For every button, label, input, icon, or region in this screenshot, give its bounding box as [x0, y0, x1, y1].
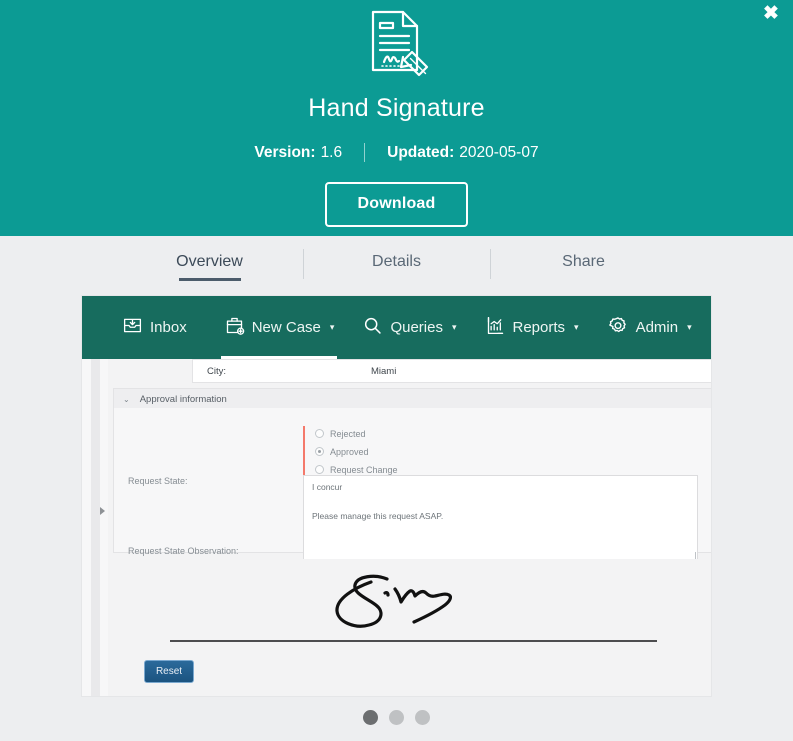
updated-value: 2020-05-07 — [459, 143, 539, 161]
field-city-value: Miami — [371, 365, 397, 377]
page-title: Hand Signature — [308, 94, 485, 122]
signature-baseline — [170, 640, 657, 642]
radio-label: Rejected — [330, 428, 366, 439]
radio-selected-icon — [315, 447, 324, 456]
briefcase-plus-icon — [224, 315, 245, 340]
gear-icon — [607, 315, 629, 341]
request-state-observation-label: Request State Observation: — [128, 546, 239, 556]
radio-label: Approved — [330, 446, 369, 457]
approval-information-panel: Request State: Rejected Approved Request… — [113, 408, 711, 562]
nav-item-new-case[interactable]: New Case ▾ — [210, 296, 349, 359]
field-city-label: City: — [207, 365, 226, 377]
observation-line-2: Please manage this request ASAP. — [312, 510, 444, 521]
radio-icon — [315, 465, 324, 474]
nav-item-label: Reports — [512, 319, 566, 336]
radio-option-rejected[interactable]: Rejected — [315, 426, 398, 441]
case-form-body: City: Miami ⌄ Approval information Reque… — [108, 359, 711, 696]
signature-area[interactable]: Reset — [108, 559, 711, 696]
radio-option-approved[interactable]: Approved — [315, 444, 398, 459]
request-state-observation-textarea[interactable]: I concur Please manage this request ASAP… — [303, 475, 698, 562]
chevron-down-icon: ⌄ — [123, 394, 130, 404]
radio-icon — [315, 429, 324, 438]
nav-item-label: New Case — [251, 319, 321, 336]
carousel-dot-1[interactable] — [363, 709, 378, 725]
reset-button[interactable]: Reset — [144, 660, 194, 683]
chevron-down-icon: ▾ — [329, 322, 335, 332]
observation-line-1: I concur — [312, 482, 343, 492]
chevron-down-icon: ▾ — [451, 322, 457, 332]
carousel-dot-2[interactable] — [389, 709, 404, 725]
modal-hero-header: ✖ Hand Signature Version: 1.6 Updated: 2… — [0, 0, 793, 236]
nav-item-label: Inbox — [150, 319, 187, 336]
scrollbar[interactable] — [91, 359, 100, 696]
app-left-rail — [82, 359, 109, 696]
signed-document-pencil-icon — [351, 0, 443, 86]
meta-divider — [364, 143, 366, 162]
carousel-dots — [0, 696, 793, 736]
tab-overview[interactable]: Overview — [117, 247, 303, 281]
tab-bar: Overview Details Share — [0, 236, 793, 292]
tab-share[interactable]: Share — [491, 247, 677, 281]
carousel-dot-3[interactable] — [415, 709, 430, 725]
download-button-wrap: Download — [0, 182, 793, 227]
nav-item-admin[interactable]: Admin ▾ — [593, 296, 706, 359]
nav-item-inbox[interactable]: Inbox — [108, 296, 210, 359]
chevron-down-icon: ▾ — [574, 322, 579, 332]
section-title: Approval information — [139, 393, 227, 405]
section-header-approval-information[interactable]: ⌄ Approval information — [113, 388, 711, 410]
version-value: 1.6 — [320, 143, 343, 161]
magnifier-icon — [362, 315, 383, 340]
download-button[interactable]: Download — [325, 182, 468, 227]
request-state-label: Request State: — [128, 476, 188, 486]
tab-details[interactable]: Details — [304, 247, 490, 281]
updated-key: Updated: — [387, 143, 455, 161]
nav-item-queries[interactable]: Queries ▾ — [348, 296, 470, 359]
handwritten-signature — [313, 565, 513, 650]
nav-item-label: Queries — [390, 319, 443, 336]
inbox-tray-icon — [122, 315, 143, 340]
nav-item-reports[interactable]: Reports ▾ — [471, 296, 593, 359]
screenshot-preview[interactable]: Inbox New Case ▾ Queries ▾ Reports ▾ Adm… — [82, 296, 711, 696]
version-key: Version: — [254, 143, 316, 161]
app-nav-bar: Inbox New Case ▾ Queries ▾ Reports ▾ Adm… — [82, 296, 711, 359]
radio-label: Request Change — [330, 464, 398, 475]
nav-item-label: Admin — [635, 319, 679, 336]
bar-chart-icon — [485, 315, 506, 340]
close-icon[interactable]: ✖ — [759, 2, 783, 26]
request-state-radio-group: Rejected Approved Request Change — [303, 426, 398, 480]
chevron-down-icon: ▾ — [687, 322, 692, 332]
version-meta: Version: 1.6 Updated: 2020-05-07 — [0, 143, 793, 162]
field-city-row: City: Miami — [192, 359, 711, 383]
rail-expand-arrow-icon[interactable] — [100, 507, 105, 515]
